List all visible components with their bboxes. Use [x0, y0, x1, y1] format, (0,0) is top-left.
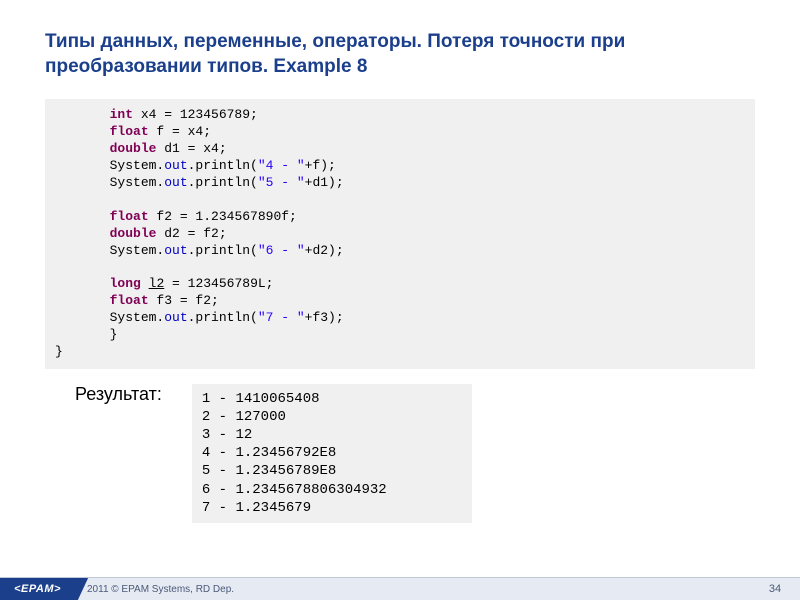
code-text: .println( [188, 243, 258, 258]
footer-page-number: 34 [750, 578, 800, 600]
code-text: System. [110, 158, 165, 173]
code-text: d1 = x4; [156, 141, 226, 156]
field-out: out [164, 243, 187, 258]
copyright-text: 2011 © EPAM Systems, RD Dep. [87, 584, 234, 595]
code-text: +d1); [305, 175, 344, 190]
keyword-double: double [110, 141, 157, 156]
code-text: +f3); [305, 310, 344, 325]
code-text: .println( [188, 310, 258, 325]
code-text: } [55, 327, 117, 342]
code-text: .println( [188, 158, 258, 173]
code-text: System. [110, 243, 165, 258]
string-literal: "4 - " [258, 158, 305, 173]
code-text: +f); [305, 158, 336, 173]
keyword-double: double [110, 226, 157, 241]
code-text: System. [110, 310, 165, 325]
code-text: = 123456789L; [164, 276, 273, 291]
code-text: .println( [188, 175, 258, 190]
string-literal: "6 - " [258, 243, 305, 258]
slide-footer: <EPAM> 2011 © EPAM Systems, RD Dep. 34 [0, 577, 800, 600]
keyword-float: float [110, 293, 149, 308]
field-out: out [164, 310, 187, 325]
code-block: int x4 = 123456789; float f = x4; double… [45, 99, 755, 368]
slide: Типы данных, переменные, операторы. Поте… [0, 0, 800, 600]
keyword-int: int [110, 107, 133, 122]
result-output: 1 - 1410065408 2 - 127000 3 - 12 4 - 1.2… [192, 384, 472, 523]
code-text: } [55, 344, 63, 359]
keyword-long: long [110, 276, 141, 291]
code-text: f3 = f2; [149, 293, 219, 308]
keyword-float: float [110, 209, 149, 224]
code-text: f = x4; [149, 124, 211, 139]
code-text: System. [110, 175, 165, 190]
epam-logo: <EPAM> [14, 583, 61, 595]
string-literal: "7 - " [258, 310, 305, 325]
footer-copyright: 2011 © EPAM Systems, RD Dep. [75, 578, 750, 600]
field-out: out [164, 158, 187, 173]
string-literal: "5 - " [258, 175, 305, 190]
field-out: out [164, 175, 187, 190]
result-label: Результат: [75, 384, 162, 405]
var-l2: l2 [149, 276, 165, 291]
code-text: d2 = f2; [156, 226, 226, 241]
keyword-float: float [110, 124, 149, 139]
slide-title: Типы данных, переменные, операторы. Поте… [0, 0, 800, 89]
page-number: 34 [769, 583, 781, 595]
result-row: Результат: 1 - 1410065408 2 - 127000 3 -… [75, 384, 755, 523]
code-text: +d2); [305, 243, 344, 258]
code-text: x4 = 123456789; [133, 107, 258, 122]
code-text: f2 = 1.234567890f; [149, 209, 297, 224]
